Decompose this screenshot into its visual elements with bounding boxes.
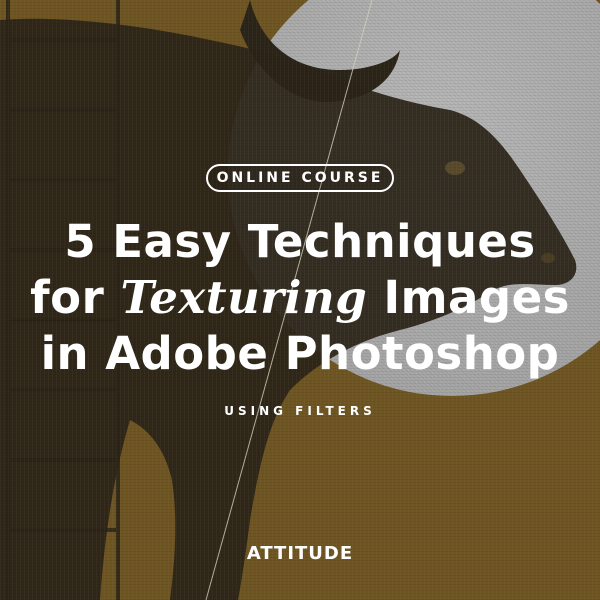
subtitle: USING FILTERS bbox=[224, 404, 376, 418]
title-italic-word: Texturing bbox=[120, 271, 368, 324]
course-poster: ONLINE COURSE 5 Easy Techniques for Text… bbox=[0, 0, 600, 600]
poster-content: ONLINE COURSE 5 Easy Techniques for Text… bbox=[0, 0, 600, 600]
course-title: 5 Easy Techniques for Texturing Images i… bbox=[0, 214, 600, 382]
title-line-2: for Texturing Images bbox=[30, 271, 570, 324]
title-line-1: 5 Easy Techniques bbox=[64, 215, 536, 268]
online-course-badge: ONLINE COURSE bbox=[206, 164, 394, 192]
brand-logo: ATTITUDE bbox=[246, 543, 354, 564]
title-line-3: in Adobe Photoshop bbox=[40, 327, 560, 380]
